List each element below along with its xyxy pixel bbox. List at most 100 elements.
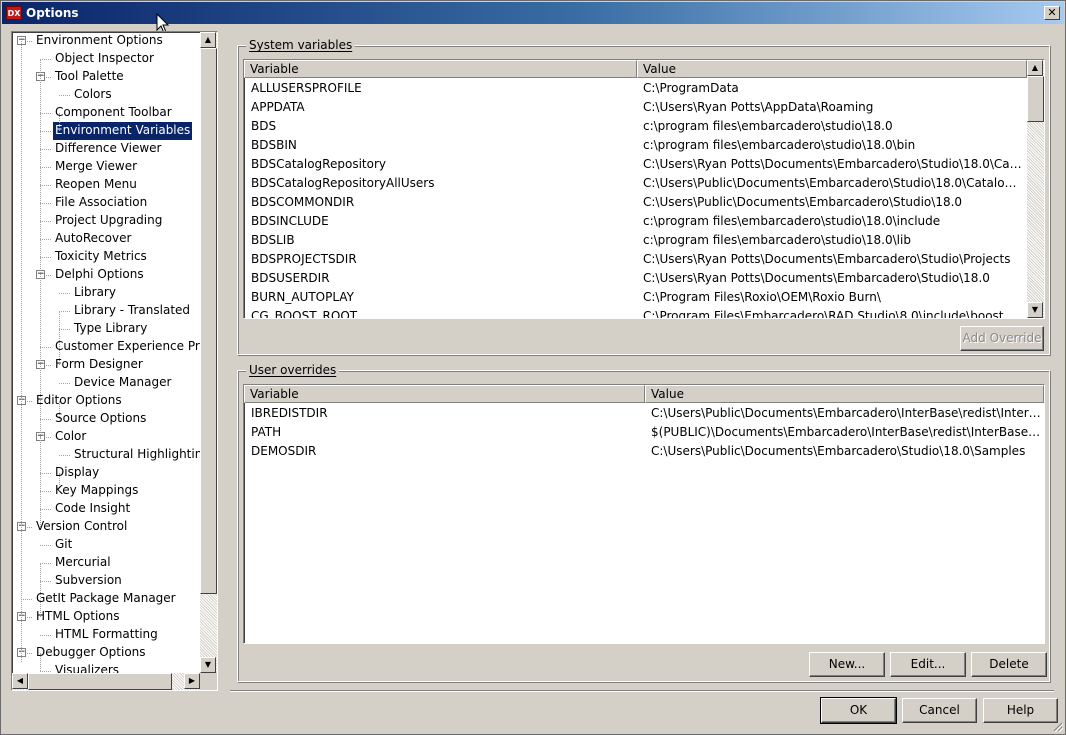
tree-guide (59, 113, 60, 131)
options-tree[interactable]: − Environment Options Object Inspector − Too… (11, 31, 218, 691)
list-item[interactable]: PATH $(PUBLIC)\Documents\Embarcadero\Inte… (244, 423, 1044, 442)
delete-button[interactable]: Delete (971, 652, 1047, 677)
user-overrides-list[interactable]: Variable Value IBREDISTDIR C:\Users\Publi… (243, 384, 1045, 644)
list-item[interactable]: BDS c:\program files\embarcadero\studio\1… (244, 117, 1027, 136)
tree-item[interactable]: HTML Options (34, 608, 122, 626)
tree-item[interactable]: Color (53, 428, 88, 446)
scroll-down-arrow-icon[interactable]: ▼ (200, 657, 216, 673)
tree-item[interactable]: Library - Translated (72, 302, 192, 320)
add-override-button[interactable]: Add Override (960, 326, 1044, 351)
tree-connector (40, 203, 51, 204)
tree-item[interactable]: Environment Variables (53, 122, 193, 140)
tree-item[interactable]: Delphi Options (53, 266, 146, 284)
user-overrides-header: Variable Value (244, 385, 1044, 403)
tree-item[interactable]: Form Designer (53, 356, 145, 374)
tree-item[interactable]: Library (72, 284, 118, 302)
tree-vertical-scrollbar[interactable]: ▲ ▼ (200, 32, 217, 673)
system-variables-scroll-thumb[interactable] (1027, 76, 1044, 122)
tree-item[interactable]: Customer Experience Program (53, 338, 217, 356)
options-dialog: DX Options ✕ − Environment Options Object … (0, 0, 1066, 735)
column-header-variable[interactable]: Variable (244, 385, 645, 403)
tree-connector (40, 419, 51, 420)
ok-button[interactable]: OK (820, 697, 897, 724)
tree-item[interactable]: Subversion (53, 572, 124, 590)
tree-item[interactable]: Key Mappings (53, 482, 140, 500)
tree-item[interactable]: Mercurial (53, 554, 113, 572)
tree-item[interactable]: Colors (72, 86, 114, 104)
tree-item[interactable]: Tool Palette (53, 68, 126, 86)
variable-name: BDSCOMMONDIR (251, 195, 355, 209)
list-item[interactable]: BDSINCLUDE c:\program files\embarcadero\s… (244, 212, 1027, 231)
cancel-button[interactable]: Cancel (902, 698, 977, 723)
column-header-variable[interactable]: Variable (244, 60, 637, 78)
variable-name: BURN_AUTOPLAY (251, 290, 354, 304)
tree-item[interactable]: AutoRecover (53, 230, 133, 248)
list-item[interactable]: BDSLIB c:\program files\embarcadero\studi… (244, 231, 1027, 250)
tree-guide (40, 437, 41, 527)
scroll-up-arrow-icon[interactable]: ▲ (200, 32, 216, 48)
variable-value: C:\Users\Public\Documents\Embarcadero\St… (643, 195, 963, 209)
list-item[interactable]: BDSCatalogRepositoryAllUsers C:\Users\Pub… (244, 174, 1027, 193)
tree-item[interactable]: Device Manager (72, 374, 173, 392)
tree-item[interactable]: Display (53, 464, 101, 482)
close-button[interactable]: ✕ (1044, 6, 1060, 20)
tree-connector (40, 347, 51, 348)
tree-item[interactable]: GetIt Package Manager (34, 590, 178, 608)
tree-scroll-thumb[interactable] (200, 48, 217, 594)
list-item[interactable]: BDSUSERDIR C:\Users\Ryan Potts\Documents\… (244, 269, 1027, 288)
app-icon: DX (6, 6, 22, 20)
tree-item[interactable]: Type Library (72, 320, 149, 338)
system-variables-scrollbar[interactable]: ▲ ▼ (1027, 60, 1044, 318)
tree-item[interactable]: Code Insight (53, 500, 132, 518)
scroll-right-arrow-icon[interactable]: ▶ (184, 673, 200, 689)
list-item[interactable]: DEMOSDIR C:\Users\Public\Documents\Embarc… (244, 442, 1044, 461)
tree-item[interactable]: Editor Options (34, 392, 124, 410)
tree-item[interactable]: Merge Viewer (53, 158, 139, 176)
scroll-down-arrow-icon[interactable]: ▼ (1027, 302, 1043, 318)
tree-item[interactable]: Object Inspector (53, 50, 156, 68)
variable-name: BDSCatalogRepositoryAllUsers (251, 176, 435, 190)
tree-item[interactable]: Environment Options (34, 32, 165, 50)
tree-item[interactable]: Git (53, 536, 74, 554)
column-header-value[interactable]: Value (637, 60, 1027, 78)
variable-name: BDSCatalogRepository (251, 157, 386, 171)
variable-value: C:\ProgramData (643, 81, 739, 95)
list-item[interactable]: BDSPROJECTSDIR C:\Users\Ryan Potts\Docume… (244, 250, 1027, 269)
tree-item[interactable]: Version Control (34, 518, 129, 536)
tree-item[interactable]: Debugger Options (34, 644, 148, 662)
list-item[interactable]: IBREDISTDIR C:\Users\Public\Documents\Emb… (244, 404, 1044, 423)
tree-item[interactable]: File Association (53, 194, 149, 212)
tree-item[interactable]: Source Options (53, 410, 148, 428)
tree-horizontal-scrollbar[interactable]: ◀ ▶ (12, 673, 200, 690)
variable-value: C:\Users\Public\Documents\Embarcadero\St… (651, 444, 1026, 458)
tree-item[interactable]: Reopen Menu (53, 176, 139, 194)
tree-connector (40, 239, 51, 240)
tree-item[interactable]: Structural Highlighting (72, 446, 212, 464)
scroll-left-arrow-icon[interactable]: ◀ (12, 673, 28, 689)
list-item[interactable]: CG_BOOST_ROOT C:\Program Files\Embarcader… (244, 307, 1027, 318)
list-item[interactable]: BDSCOMMONDIR C:\Users\Public\Documents\Em… (244, 193, 1027, 212)
list-item[interactable]: BDSCatalogRepository C:\Users\Ryan Potts\… (244, 155, 1027, 174)
tree-item[interactable]: Component Toolbar (53, 104, 174, 122)
list-item[interactable]: BDSBIN c:\program files\embarcadero\studi… (244, 136, 1027, 155)
tree-hscroll-thumb[interactable] (28, 673, 172, 690)
column-header-value[interactable]: Value (645, 385, 1044, 403)
tree-connector (40, 167, 51, 168)
tree-item[interactable]: Difference Viewer (53, 140, 163, 158)
edit-button[interactable]: Edit... (890, 652, 966, 677)
tree-connector (40, 113, 51, 114)
help-button[interactable]: Help (983, 698, 1058, 723)
new-button[interactable]: New... (809, 652, 885, 677)
tree-connector (40, 59, 51, 60)
list-item[interactable]: APPDATA C:\Users\Ryan Potts\AppData\Roami… (244, 98, 1027, 117)
tree-item[interactable]: HTML Formatting (53, 626, 160, 644)
list-item[interactable]: ALLUSERSPROFILE C:\ProgramData (244, 79, 1027, 98)
scroll-up-arrow-icon[interactable]: ▲ (1027, 60, 1043, 76)
list-item[interactable]: BURN_AUTOPLAY C:\Program Files\Roxio\OEM\… (244, 288, 1027, 307)
tree-item[interactable]: Toxicity Metrics (53, 248, 149, 266)
variable-name: BDS (251, 119, 277, 133)
system-variables-list[interactable]: Variable Value ALLUSERSPROFILE C:\Program… (243, 59, 1045, 319)
resize-grip-icon[interactable] (1051, 720, 1063, 732)
variable-value: $(PUBLIC)\Documents\Embarcadero\InterBas… (651, 425, 1041, 439)
tree-item[interactable]: Project Upgrading (53, 212, 164, 230)
